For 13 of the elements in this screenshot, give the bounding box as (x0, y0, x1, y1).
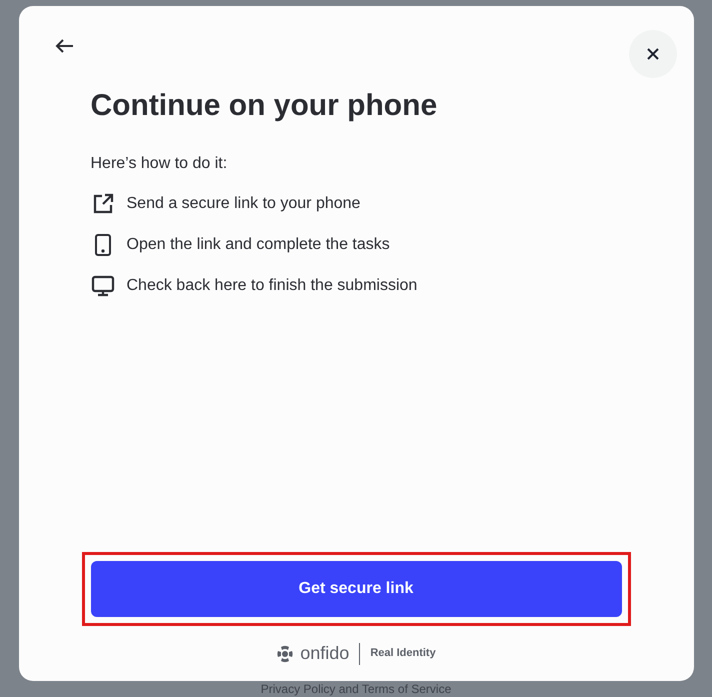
step-text: Send a secure link to your phone (126, 194, 360, 214)
dialog-title: Continue on your phone (90, 88, 438, 124)
close-icon (646, 47, 660, 61)
step-text: Check back here to finish the submission (126, 276, 418, 296)
tagline: Real Identity (370, 646, 436, 662)
get-secure-link-button[interactable]: Get secure link (90, 561, 622, 617)
close-button[interactable] (628, 30, 676, 78)
brand-name: onfido (300, 642, 350, 665)
step-text: Open the link and complete the tasks (126, 235, 390, 255)
logo-icon (276, 644, 294, 662)
legal-links: Privacy Policy and Terms of Service (260, 682, 452, 696)
intro-text: Here’s how to do it: (90, 154, 228, 174)
monitor-icon (90, 274, 114, 298)
